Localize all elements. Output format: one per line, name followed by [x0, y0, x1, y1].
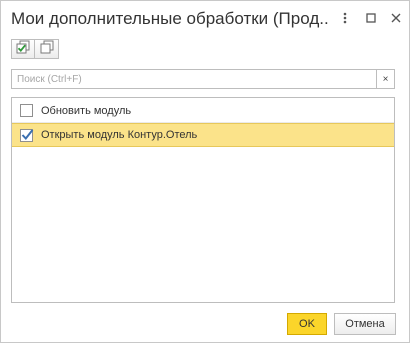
- list-item-label: Обновить модуль: [41, 104, 132, 117]
- window-title: Мои дополнительные обработки (Прод...: [11, 9, 329, 28]
- search-field: ×: [11, 69, 395, 89]
- toolbar: [11, 39, 59, 61]
- search-input[interactable]: [12, 70, 376, 88]
- list-item[interactable]: Открыть модуль Контур.Отель: [12, 123, 394, 147]
- cancel-button[interactable]: Отмена: [334, 313, 396, 335]
- uncheck-all-icon: [40, 40, 54, 59]
- check-all-button[interactable]: [11, 39, 35, 59]
- check-all-icon: [16, 40, 30, 59]
- dialog-window: Мои дополнительные обработки (Прод... По…: [0, 0, 410, 343]
- clear-search-button[interactable]: ×: [376, 70, 394, 88]
- close-icon[interactable]: [387, 9, 405, 27]
- processing-list: Обновить модуль Открыть модуль Контур.От…: [11, 97, 395, 303]
- item-checkbox[interactable]: [20, 104, 33, 117]
- item-checkbox[interactable]: [20, 128, 34, 142]
- more-vertical-icon[interactable]: [336, 9, 354, 27]
- uncheck-all-button[interactable]: [35, 39, 59, 59]
- ok-button[interactable]: OK: [287, 313, 327, 335]
- checkmark-icon: [21, 128, 34, 140]
- title-bar: Мои дополнительные обработки (Прод...: [1, 1, 409, 37]
- maximize-icon[interactable]: [362, 9, 380, 27]
- close-icon: ×: [382, 73, 389, 85]
- list-item[interactable]: Обновить модуль: [12, 99, 394, 123]
- list-item-label: Открыть модуль Контур.Отель: [41, 129, 198, 141]
